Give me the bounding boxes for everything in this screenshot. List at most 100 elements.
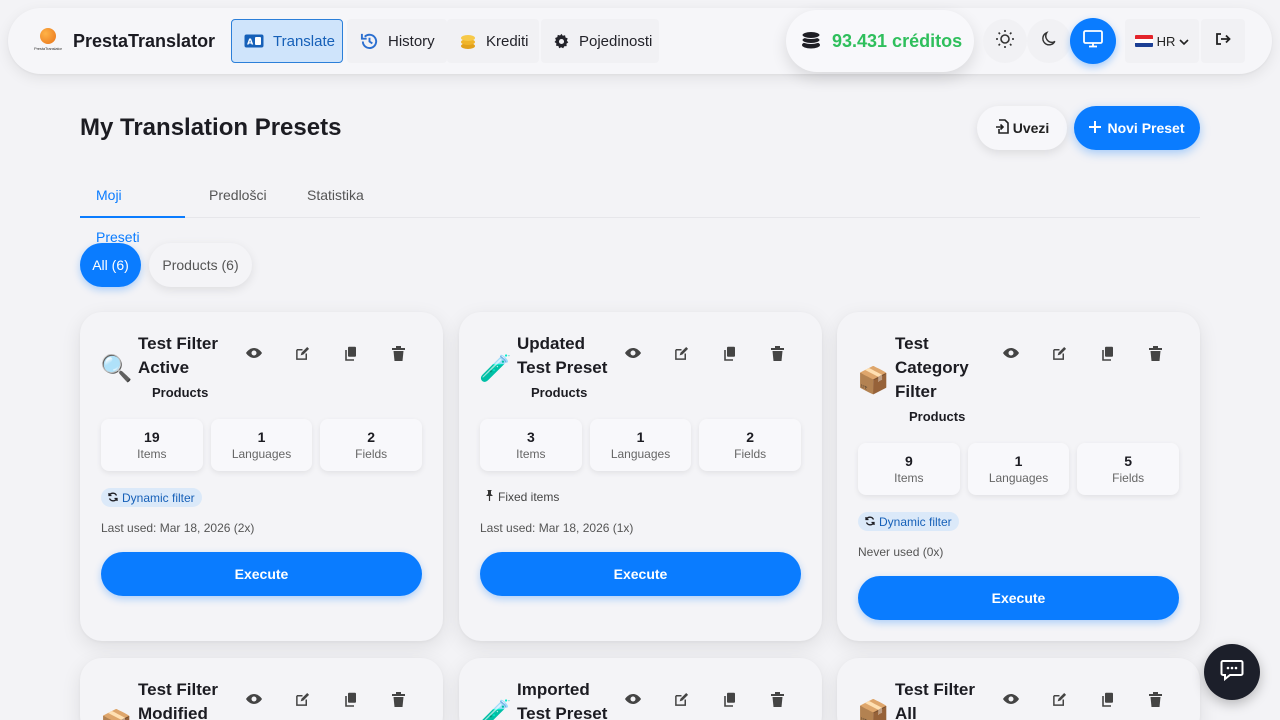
view-icon[interactable] bbox=[244, 343, 264, 363]
history-icon bbox=[359, 31, 379, 51]
stat-languages: 1 Languages bbox=[967, 443, 1070, 495]
logout-icon bbox=[1215, 32, 1231, 51]
package-emoji-icon: 📦 bbox=[100, 708, 132, 720]
edit-icon[interactable] bbox=[1049, 343, 1069, 363]
language-selector[interactable]: HR bbox=[1125, 19, 1199, 63]
stat-languages: 1 Languages bbox=[210, 419, 313, 471]
preset-category: Products bbox=[531, 385, 588, 400]
delete-icon[interactable] bbox=[767, 343, 787, 363]
duplicate-icon[interactable] bbox=[1097, 689, 1117, 709]
usage-info: Last used: Mar 18, 2026 (1x) bbox=[480, 521, 634, 535]
stat-fields: 2 Fields bbox=[699, 419, 802, 471]
view-icon[interactable] bbox=[1001, 343, 1021, 363]
light-theme-button[interactable] bbox=[983, 19, 1027, 63]
preset-card: 🔍 Test Filter Active Products 19 Items 1L… bbox=[80, 312, 443, 641]
preset-card: 🧪 Imported Test Preset bbox=[459, 658, 822, 720]
stat-languages: 1 Languages bbox=[589, 419, 692, 471]
delete-icon[interactable] bbox=[1145, 343, 1165, 363]
plus-icon bbox=[1089, 120, 1102, 136]
execute-button[interactable]: Execute bbox=[858, 576, 1179, 620]
top-navbar: PrestaTranslator PrestaTranslator A Tran… bbox=[8, 8, 1272, 74]
preset-tabs: Moji Preseti Predlošci Statistika bbox=[80, 174, 1200, 245]
edit-icon[interactable] bbox=[1049, 689, 1069, 709]
execute-button[interactable]: Execute bbox=[480, 552, 801, 596]
pin-icon bbox=[485, 490, 494, 504]
package-emoji-icon: 📦 bbox=[857, 698, 890, 720]
duplicate-icon[interactable] bbox=[340, 343, 360, 363]
stat-fields: 2 Fields bbox=[320, 419, 423, 471]
preset-title: Test Filter Active bbox=[138, 334, 218, 377]
preset-actions bbox=[623, 689, 787, 709]
delete-icon[interactable] bbox=[1145, 689, 1165, 709]
preset-card: 📦 Test Filter Modified bbox=[80, 658, 443, 720]
preset-card: 🧪 Updated Test Preset Products 3 Items 1L… bbox=[459, 312, 822, 641]
preset-actions bbox=[623, 343, 787, 363]
execute-button[interactable]: Execute bbox=[101, 552, 422, 596]
preset-actions bbox=[244, 343, 408, 363]
view-icon[interactable] bbox=[623, 343, 643, 363]
edit-icon[interactable] bbox=[292, 689, 312, 709]
brand[interactable]: PrestaTranslator PrestaTranslator bbox=[34, 26, 215, 56]
nav-tab-history[interactable]: History bbox=[347, 19, 447, 63]
chevron-down-icon bbox=[1179, 34, 1189, 49]
magnifier-emoji-icon: 🔍 bbox=[100, 353, 133, 383]
file-import-icon bbox=[995, 119, 1009, 137]
system-theme-button[interactable] bbox=[1070, 18, 1116, 64]
preset-title: Test Filter All bbox=[895, 680, 975, 720]
mode-badge: Dynamic filter bbox=[101, 488, 202, 507]
preset-actions bbox=[1001, 689, 1165, 709]
view-icon[interactable] bbox=[623, 689, 643, 709]
filter-chip-all[interactable]: All (6) bbox=[80, 243, 141, 287]
test-tube-emoji-icon: 🧪 bbox=[479, 698, 512, 720]
dark-theme-button[interactable] bbox=[1027, 19, 1071, 63]
duplicate-icon[interactable] bbox=[719, 343, 739, 363]
view-icon[interactable] bbox=[244, 689, 264, 709]
preset-stats: 9 Items 1 Languages 5 Fields bbox=[858, 443, 1180, 495]
edit-icon[interactable] bbox=[292, 343, 312, 363]
preset-stats: 3 Items 1 Languages 2 Fields bbox=[480, 419, 802, 471]
usage-info: Last used: Mar 18, 2026 (2x) bbox=[101, 521, 255, 535]
credits-balance[interactable]: 93.431 créditos bbox=[786, 10, 974, 72]
translate-icon: A bbox=[244, 31, 264, 51]
new-preset-button[interactable]: Novi Preset bbox=[1074, 106, 1200, 150]
stat-items: 9 Items bbox=[858, 443, 960, 495]
moon-icon bbox=[1040, 30, 1058, 53]
import-button[interactable]: Uvezi bbox=[977, 106, 1067, 150]
delete-icon[interactable] bbox=[767, 689, 787, 709]
tab-my-presets[interactable]: Moji Preseti bbox=[80, 174, 185, 245]
duplicate-icon[interactable] bbox=[340, 689, 360, 709]
nav-tab-credits[interactable]: Krediti bbox=[447, 19, 539, 63]
preset-category: Products bbox=[152, 385, 209, 400]
duplicate-icon[interactable] bbox=[719, 689, 739, 709]
sync-icon bbox=[108, 491, 118, 505]
edit-icon[interactable] bbox=[671, 343, 691, 363]
chat-button[interactable] bbox=[1204, 644, 1260, 700]
preset-title: Imported Test Preset bbox=[517, 680, 608, 720]
preset-card: 📦 Test Category Filter Products 9 Items 1… bbox=[837, 312, 1200, 641]
duplicate-icon[interactable] bbox=[1097, 343, 1117, 363]
tab-statistics[interactable]: Statistika bbox=[291, 174, 380, 218]
brand-name: PrestaTranslator bbox=[73, 30, 216, 51]
usage-info: Never used (0x) bbox=[858, 545, 944, 559]
brand-logo: PrestaTranslator bbox=[34, 26, 64, 56]
stat-items: 3 Items bbox=[480, 419, 582, 471]
view-icon[interactable] bbox=[1001, 689, 1021, 709]
preset-category: Products bbox=[909, 409, 966, 424]
edit-icon[interactable] bbox=[671, 689, 691, 709]
nav-tab-settings[interactable]: Pojedinosti bbox=[541, 19, 659, 63]
page-title: My Translation Presets bbox=[80, 114, 342, 141]
filter-chip-products[interactable]: Products (6) bbox=[149, 243, 252, 287]
delete-icon[interactable] bbox=[388, 689, 408, 709]
preset-card: 📦 Test Filter All bbox=[837, 658, 1200, 720]
tab-templates[interactable]: Predlošci bbox=[193, 174, 283, 218]
preset-title: Test Filter Modified bbox=[138, 680, 218, 720]
preset-title: Updated Test Preset bbox=[517, 334, 608, 377]
logout-button[interactable] bbox=[1201, 19, 1245, 63]
nav-tab-translate[interactable]: A Translate bbox=[231, 19, 343, 63]
delete-icon[interactable] bbox=[388, 343, 408, 363]
mode-label: Fixed items bbox=[485, 490, 559, 504]
test-tube-emoji-icon: 🧪 bbox=[479, 353, 512, 383]
preset-title: Test Category Filter bbox=[895, 334, 969, 401]
stat-fields: 5 Fields bbox=[1077, 443, 1180, 495]
monitor-icon bbox=[1083, 29, 1103, 53]
